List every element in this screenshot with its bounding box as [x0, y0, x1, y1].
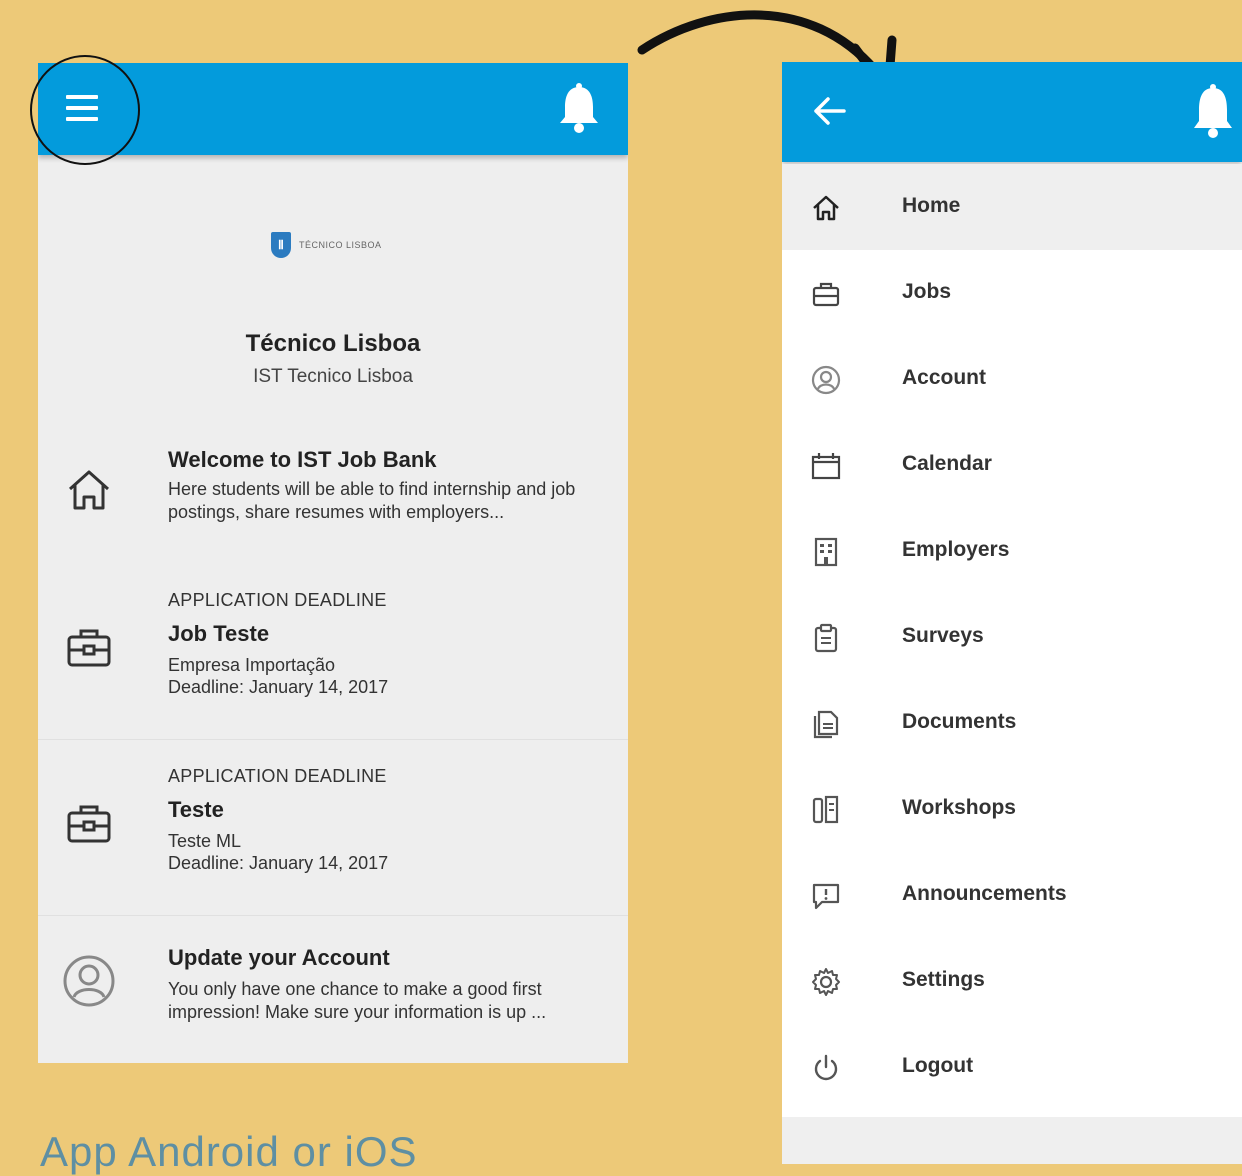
logo-text: TÉCNICO LISBOA [299, 240, 382, 250]
workshops-icon [810, 794, 842, 826]
shield-logo-icon: Ⅱ [271, 232, 291, 258]
divider [38, 739, 628, 740]
menu-item-employers[interactable]: Employers [782, 508, 1242, 594]
home-icon [810, 192, 842, 224]
notification-bell-icon[interactable] [1192, 84, 1234, 138]
university-logo: Ⅱ TÉCNICO LISBOA [271, 231, 382, 259]
feed-body: You only have one chance to make a good … [168, 979, 547, 1022]
caption-text: App Android or iOS [40, 1128, 418, 1175]
menu-item-workshops[interactable]: Workshops [782, 766, 1242, 852]
menu-item-settings[interactable]: Settings [782, 938, 1242, 1024]
feed-title: Job Teste [168, 621, 270, 646]
briefcase-icon [62, 797, 116, 851]
feed-item-job-deadline[interactable]: APPLICATION DEADLINE Job Teste Empresa I… [38, 583, 628, 733]
menu-label: Employers [902, 538, 1010, 561]
home-icon [62, 463, 116, 517]
menu-label: Settings [902, 968, 985, 991]
menu-item-surveys[interactable]: Surveys [782, 594, 1242, 680]
feed-deadline: Deadline: January 14, 2017 [168, 677, 389, 697]
building-icon [810, 536, 842, 568]
menu-label: Surveys [902, 624, 984, 647]
org-title: Técnico Lisboa [245, 330, 421, 357]
drawer-menu: Home Jobs Account Calendar Employers Sur… [782, 164, 1242, 1110]
menu-item-announcements[interactable]: Announcements [782, 852, 1242, 938]
power-icon [810, 1052, 842, 1084]
feed-company: Empresa Importação [168, 655, 336, 675]
feed-deadline: Deadline: January 14, 2017 [168, 853, 389, 873]
menu-label: Calendar [902, 452, 992, 475]
menu-item-home[interactable]: Home [782, 164, 1242, 250]
menu-label: Account [902, 366, 986, 389]
highlight-circle [30, 55, 140, 165]
calendar-icon [810, 450, 842, 482]
menu-label: Jobs [902, 280, 952, 303]
briefcase-icon [62, 621, 116, 675]
feed-item-update-account[interactable]: Update your Account You only have one ch… [38, 938, 628, 1048]
menu-item-calendar[interactable]: Calendar [782, 422, 1242, 508]
briefcase-icon [810, 278, 842, 310]
feed-company: Teste ML [168, 831, 242, 851]
clipboard-icon [810, 622, 842, 654]
documents-icon [810, 708, 842, 740]
feed-item-job-deadline[interactable]: APPLICATION DEADLINE Teste Teste ML Dead… [38, 759, 628, 909]
menu-label: Announcements [902, 882, 1067, 905]
feed-label: APPLICATION DEADLINE [168, 766, 387, 786]
menu-item-documents[interactable]: Documents [782, 680, 1242, 766]
drawer-footer [782, 1117, 1242, 1164]
feed-title: Welcome to IST Job Bank [168, 447, 437, 472]
divider [38, 915, 628, 916]
menu-label: Logout [902, 1054, 974, 1077]
back-arrow-icon[interactable] [812, 96, 846, 126]
notification-bell-icon[interactable] [558, 83, 600, 135]
menu-label: Workshops [902, 796, 1016, 819]
account-icon [810, 364, 842, 396]
navigation-drawer-screen: Home Jobs Account Calendar Employers Sur… [782, 62, 1242, 1164]
org-subtitle: IST Tecnico Lisboa [253, 366, 413, 387]
menu-label: Home [902, 194, 961, 217]
app-bar [782, 62, 1242, 162]
home-screen: Ⅱ TÉCNICO LISBOA Técnico Lisboa IST Tecn… [38, 63, 628, 1063]
feed-title: Teste [168, 797, 224, 822]
announcement-icon [810, 880, 842, 912]
feed-label: APPLICATION DEADLINE [168, 590, 387, 610]
menu-item-logout[interactable]: Logout [782, 1024, 1242, 1110]
menu-label: Documents [902, 710, 1017, 733]
feed-body: Here students will be able to find inter… [168, 479, 576, 522]
account-icon [62, 954, 116, 1008]
feed-title: Update your Account [168, 945, 390, 970]
menu-item-account[interactable]: Account [782, 336, 1242, 422]
menu-item-jobs[interactable]: Jobs [782, 250, 1242, 336]
feed-item-welcome[interactable]: Welcome to IST Job Bank Here students wi… [38, 438, 628, 558]
gear-icon [810, 966, 842, 998]
